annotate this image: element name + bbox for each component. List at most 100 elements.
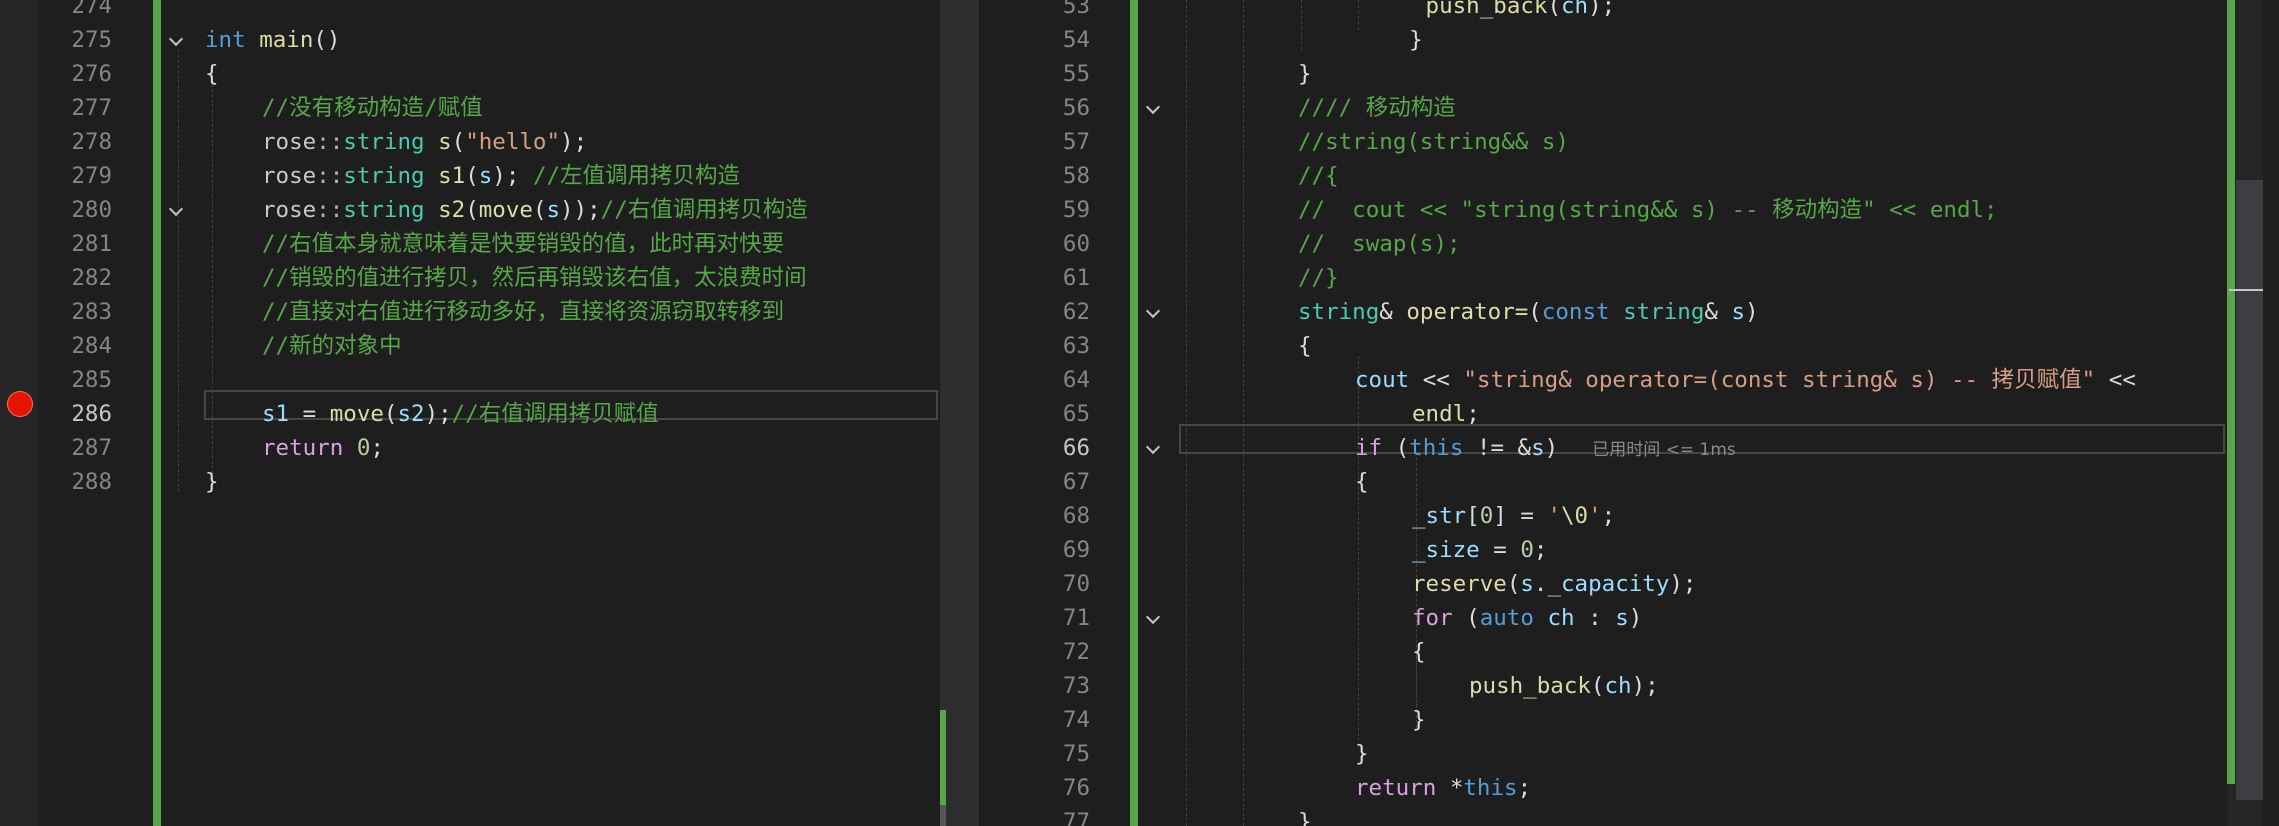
code-token: & <box>1704 299 1732 325</box>
editor-pane-left[interactable]: 274 275 int main() 276 {277 //没有移动构造/赋值 278 ros… <box>0 0 946 826</box>
code-text[interactable]: // swap(s); <box>1298 227 1461 261</box>
editor-pane-right[interactable]: 53 push_back(ch); 54 } 55} 56//// 移动构造 57//s… <box>979 0 2279 826</box>
code-text[interactable]: cout << "string& operator=(const string&… <box>1355 363 2136 397</box>
code-text[interactable]: } <box>1355 23 1423 57</box>
code-line[interactable]: 75} <box>979 737 2279 771</box>
code-line[interactable]: 281 //右值本身就意味着是快要销毁的值，此时再对快要 <box>0 227 946 261</box>
code-line[interactable]: 279 rose::string s1(s); //左值调用拷贝构造 <box>0 159 946 193</box>
code-text[interactable]: string& operator=(const string& s) <box>1298 295 1759 329</box>
code-token: } <box>205 469 219 495</box>
code-line[interactable]: 57 //string(string&& s) <box>979 125 2279 159</box>
code-text[interactable]: _str[0] = '\0'; <box>1412 499 1615 533</box>
code-text[interactable]: // cout << "string(string&& s) -- 移动构造" … <box>1298 193 1998 227</box>
code-line[interactable]: 56 //// 移动构造 <box>979 91 2279 125</box>
code-text[interactable]: } <box>205 465 219 499</box>
code-line[interactable]: 68 _str[0] = '\0'; <box>979 499 2279 533</box>
code-text[interactable]: //销毁的值进行拷贝，然后再销毁该右值，太浪费时间 <box>262 261 807 295</box>
code-token: [ <box>1466 503 1480 529</box>
code-text[interactable]: //没有移动构造/赋值 <box>262 91 483 125</box>
code-line[interactable]: 64 cout << "string& operator=(const strin… <box>979 363 2279 397</box>
code-text[interactable]: //直接对右值进行移动多好，直接将资源窃取转移到 <box>262 295 784 329</box>
code-text[interactable]: } <box>1355 737 1369 771</box>
collapse-chevron-icon[interactable] <box>1143 601 1163 635</box>
code-text[interactable]: //string(string&& s) <box>1298 125 1569 159</box>
pane-splitter[interactable] <box>946 0 979 826</box>
code-line[interactable]: 288} <box>0 465 946 499</box>
collapse-chevron-icon[interactable] <box>1143 431 1163 465</box>
code-line[interactable]: 276 { <box>0 57 946 91</box>
code-line[interactable]: 285 <box>0 363 946 397</box>
code-line[interactable]: 74} <box>979 703 2279 737</box>
code-line[interactable]: 69 _size = 0; <box>979 533 2279 567</box>
code-token: } <box>1298 61 1312 87</box>
code-text[interactable]: } <box>1298 57 1312 91</box>
code-text[interactable]: rose::string s2(move(s));//右值调用拷贝构造 <box>262 193 808 227</box>
code-text[interactable]: for (auto ch : s) <box>1412 601 1642 635</box>
code-line[interactable]: 59 // cout << "string(string&& s) -- 移动构造… <box>979 193 2279 227</box>
collapse-chevron-icon[interactable] <box>1143 295 1163 329</box>
breakpoint-icon[interactable] <box>7 391 33 417</box>
code-line[interactable]: 274 <box>0 0 946 23</box>
code-text[interactable]: rose::string s1(s); //左值调用拷贝构造 <box>262 159 740 193</box>
code-token: << <box>1409 367 1464 393</box>
code-text[interactable]: //{ <box>1298 159 1339 193</box>
code-line[interactable]: 66 if (this != &s) 已用时间 <= 1ms <box>979 431 2279 465</box>
code-token: { <box>1355 469 1369 495</box>
code-text[interactable]: push_back(ch); <box>1469 669 1659 703</box>
code-line[interactable]: 58 //{ <box>979 159 2279 193</box>
code-text[interactable]: reserve(s._capacity); <box>1412 567 1696 601</box>
code-text[interactable]: if (this != &s) 已用时间 <= 1ms <box>1355 431 1736 467</box>
code-token: ' <box>1588 503 1602 529</box>
code-text[interactable]: } <box>1412 703 1426 737</box>
code-line[interactable]: 61 //} <box>979 261 2279 295</box>
code-text[interactable]: { <box>1298 329 1312 363</box>
code-text[interactable]: int main() <box>205 23 340 57</box>
code-line[interactable]: 63 { <box>979 329 2279 363</box>
code-line[interactable]: 62 string& operator=(const string& s) <box>979 295 2279 329</box>
code-text[interactable]: return *this; <box>1355 771 1531 805</box>
collapse-chevron-icon[interactable] <box>1143 91 1163 125</box>
code-token: //销毁的值进行拷贝，然后再销毁该右值，太浪费时间 <box>262 265 807 291</box>
code-text[interactable]: } <box>1298 805 1312 826</box>
code-line[interactable]: 284 //新的对象中 <box>0 329 946 363</box>
code-text[interactable]: _size = 0; <box>1412 533 1547 567</box>
code-line[interactable]: 72 { <box>979 635 2279 669</box>
code-line[interactable]: 55} <box>979 57 2279 91</box>
scrollbar-thumb[interactable] <box>2236 180 2263 800</box>
code-line[interactable]: 71 for (auto ch : s) <box>979 601 2279 635</box>
code-line[interactable]: 54 } <box>979 23 2279 57</box>
code-text[interactable]: push_back(ch); <box>1412 0 1616 23</box>
code-line[interactable]: 277 //没有移动构造/赋值 <box>0 91 946 125</box>
code-token: //{ <box>1298 163 1339 189</box>
code-text[interactable]: s1 = move(s2);//右值调用拷贝赋值 <box>262 397 659 431</box>
code-text[interactable]: //} <box>1298 261 1339 295</box>
collapse-chevron-icon[interactable] <box>166 193 186 227</box>
code-line[interactable]: 286 s1 = move(s2);//右值调用拷贝赋值 <box>0 397 946 431</box>
code-line[interactable]: 70 reserve(s._capacity); <box>979 567 2279 601</box>
code-line[interactable]: 282 //销毁的值进行拷贝，然后再销毁该右值，太浪费时间 <box>0 261 946 295</box>
code-text[interactable]: return 0; <box>262 431 384 465</box>
code-text[interactable]: //右值本身就意味着是快要销毁的值，此时再对快要 <box>262 227 784 261</box>
code-text[interactable]: //// 移动构造 <box>1298 91 1456 125</box>
code-line[interactable]: 77} <box>979 805 2279 826</box>
collapse-chevron-icon[interactable] <box>166 23 186 57</box>
code-text[interactable]: rose::string s("hello"); <box>262 125 587 159</box>
code-line[interactable]: 60 // swap(s); <box>979 227 2279 261</box>
code-line[interactable]: 287 return 0; <box>0 431 946 465</box>
perftip-elapsed-time[interactable]: 已用时间 <= 1ms <box>1592 440 1736 460</box>
code-text[interactable]: { <box>1412 635 1426 669</box>
code-text[interactable]: { <box>1355 465 1369 499</box>
code-line[interactable]: 275 int main() <box>0 23 946 57</box>
line-number: 279 <box>71 163 112 189</box>
code-line[interactable]: 283 //直接对右值进行移动多好，直接将资源窃取转移到 <box>0 295 946 329</box>
code-line[interactable]: 53 push_back(ch); <box>979 0 2279 23</box>
code-text[interactable]: { <box>205 57 219 91</box>
code-line[interactable]: 67 { <box>979 465 2279 499</box>
code-line[interactable]: 73 push_back(ch); <box>979 669 2279 703</box>
code-line[interactable]: 76 return *this; <box>979 771 2279 805</box>
code-line[interactable]: 65 endl; <box>979 397 2279 431</box>
code-line[interactable]: 278 rose::string s("hello"); <box>0 125 946 159</box>
code-text[interactable]: endl; <box>1412 397 1480 431</box>
code-text[interactable]: //新的对象中 <box>262 329 402 363</box>
code-line[interactable]: 280 rose::string s2(move(s));//右值调用拷贝构造 <box>0 193 946 227</box>
